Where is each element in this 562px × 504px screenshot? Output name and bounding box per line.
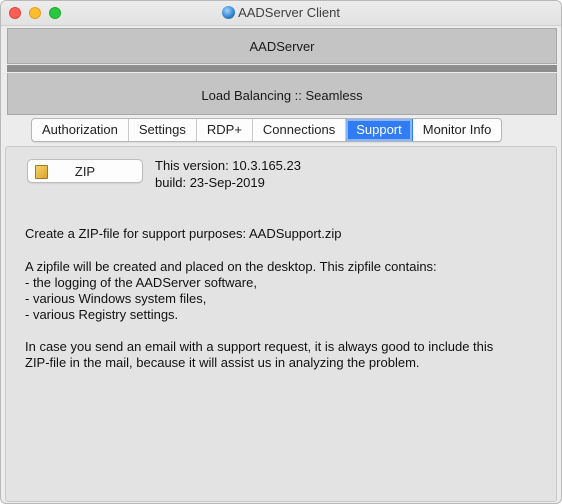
tab-authorization[interactable]: Authorization	[32, 119, 129, 141]
tab-support[interactable]: Support	[346, 119, 413, 141]
tab-settings[interactable]: Settings	[129, 119, 197, 141]
load-balancing-bar: Load Balancing :: Seamless	[7, 73, 557, 115]
server-name-bar: AADServer	[7, 28, 557, 64]
tab-monitor-info[interactable]: Monitor Info	[413, 119, 502, 141]
zip-contents-item: - the logging of the AADServer software,	[25, 275, 257, 290]
zip-contents-item: - various Registry settings.	[25, 307, 179, 322]
window-title-group: AADServer Client	[1, 5, 561, 20]
globe-app-icon	[222, 6, 236, 19]
version-text: This version: 10.3.165.23	[155, 158, 301, 173]
create-zip-text: Create a ZIP-file for support purposes: …	[25, 226, 342, 241]
tab-bar: Authorization Settings RDP+ Connections …	[31, 118, 503, 142]
email-advice-line: In case you send an email with a support…	[25, 339, 494, 354]
tab-rdp-plus[interactable]: RDP+	[197, 119, 253, 141]
window-title: AADServer Client	[238, 5, 340, 20]
zip-contents-item: - various Windows system files,	[25, 291, 207, 306]
header-separator	[7, 65, 557, 72]
zip-description-line: A zipfile will be created and placed on …	[25, 259, 437, 274]
zip-button-label: ZIP	[74, 164, 96, 179]
build-text: build: 23-Sep-2019	[155, 175, 265, 190]
zip-button[interactable]: ZIP	[27, 159, 143, 183]
app-window: AADServer Client AADServer Load Balancin…	[0, 0, 562, 504]
email-advice-line: ZIP-file in the mail, because it will as…	[25, 355, 420, 370]
title-bar: AADServer Client	[1, 1, 561, 26]
tab-connections[interactable]: Connections	[253, 119, 347, 141]
tab-content-panel	[5, 146, 557, 502]
